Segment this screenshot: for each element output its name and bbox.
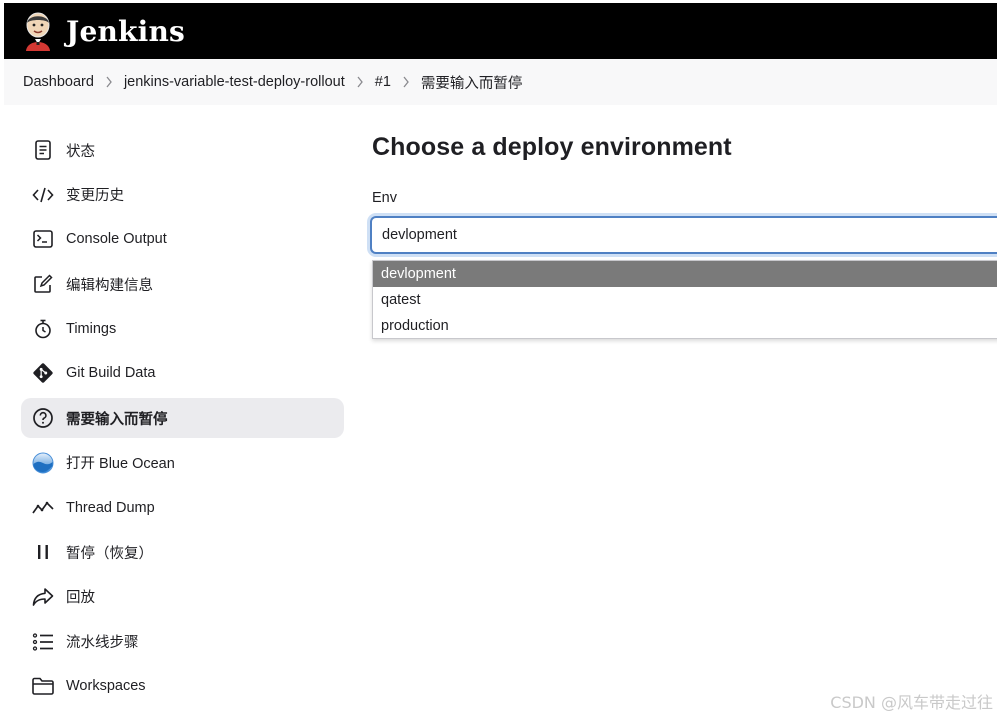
sidebar-item-label: 状态	[66, 143, 95, 160]
list-steps-icon	[32, 631, 54, 653]
top-header: Jenkins	[4, 3, 997, 59]
sidebar-item-console-output[interactable]: Console Output	[21, 219, 344, 259]
main-content: Choose a deploy environment Env	[372, 128, 732, 206]
sidebar-item-timings[interactable]: Timings	[21, 309, 344, 349]
breadcrumb-dashboard[interactable]: Dashboard	[23, 74, 94, 90]
chevron-right-icon	[345, 76, 375, 88]
sidebar-item-edit-build-info[interactable]: 编辑构建信息	[21, 264, 344, 304]
git-icon	[32, 362, 54, 384]
pause-icon	[32, 541, 54, 563]
breadcrumb-build[interactable]: #1	[375, 74, 391, 90]
sidebar-item-label: Thread Dump	[66, 499, 155, 516]
document-icon	[32, 139, 54, 161]
env-select[interactable]: devlopment	[370, 216, 997, 254]
sidebar-item-paused-for-input[interactable]: 需要输入而暂停	[21, 398, 344, 439]
terminal-icon	[32, 228, 54, 250]
sidebar-item-label: Workspaces	[66, 678, 146, 695]
sidebar-item-changes[interactable]: 变更历史	[21, 175, 344, 215]
folder-icon	[32, 675, 54, 697]
pulse-icon	[32, 497, 54, 519]
sidebar-item-label: 流水线步骤	[66, 635, 139, 652]
sidebar-item-label: Timings	[66, 320, 117, 337]
env-option-qatest[interactable]: qatest	[373, 287, 997, 313]
edit-icon	[32, 273, 54, 295]
sidebar-item-label: Git Build Data	[66, 365, 156, 382]
breadcrumb-job[interactable]: jenkins-variable-test-deploy-rollout	[124, 74, 345, 90]
breadcrumb: Dashboard jenkins-variable-test-deploy-r…	[4, 59, 997, 105]
code-icon	[32, 184, 54, 206]
blue-ocean-icon	[32, 452, 54, 474]
env-option-devlopment[interactable]: devlopment	[373, 261, 997, 287]
csdn-watermark: CSDN @风车带走过往	[830, 693, 993, 712]
breadcrumb-current[interactable]: 需要输入而暂停	[421, 72, 523, 93]
sidebar-item-label: 变更历史	[66, 188, 124, 205]
jenkins-brand-text: Jenkins	[66, 14, 185, 48]
chevron-right-icon	[391, 76, 421, 88]
page-title: Choose a deploy environment	[372, 133, 732, 161]
stopwatch-icon	[32, 318, 54, 340]
env-dropdown-list: devlopment qatest production	[372, 260, 997, 339]
sidebar-item-git-build-data[interactable]: Git Build Data	[21, 353, 344, 393]
sidebar-item-thread-dump[interactable]: Thread Dump	[21, 488, 344, 528]
sidebar-item-replay[interactable]: 回放	[21, 577, 344, 617]
sidebar-item-label: 编辑构建信息	[66, 277, 153, 294]
sidebar-item-pipeline-steps[interactable]: 流水线步骤	[21, 622, 344, 662]
sidebar-item-pause-resume[interactable]: 暂停（恢复）	[21, 532, 344, 572]
env-option-production[interactable]: production	[373, 313, 997, 339]
env-field-label: Env	[372, 190, 397, 206]
sidebar-item-label: Console Output	[66, 231, 167, 248]
sidebar-item-status[interactable]: 状态	[21, 130, 344, 170]
jenkins-logo-link[interactable]: Jenkins	[22, 11, 185, 51]
replay-arrow-icon	[32, 586, 54, 608]
sidebar-item-label: 需要输入而暂停	[66, 411, 168, 428]
sidebar-item-label: 暂停（恢复）	[66, 545, 153, 562]
jenkins-butler-icon	[22, 11, 54, 51]
env-select-value: devlopment	[382, 227, 457, 243]
sidebar-item-label: 回放	[66, 590, 95, 607]
chevron-right-icon	[94, 76, 124, 88]
sidebar-item-open-blue-ocean[interactable]: 打开 Blue Ocean	[21, 443, 344, 483]
sidebar-item-label: 打开 Blue Ocean	[66, 456, 175, 473]
sidebar: 状态 变更历史 Console Output 编辑构建信息 Timings Gi…	[21, 130, 344, 711]
help-circle-icon	[32, 407, 54, 429]
sidebar-item-workspaces[interactable]: Workspaces	[21, 666, 344, 706]
